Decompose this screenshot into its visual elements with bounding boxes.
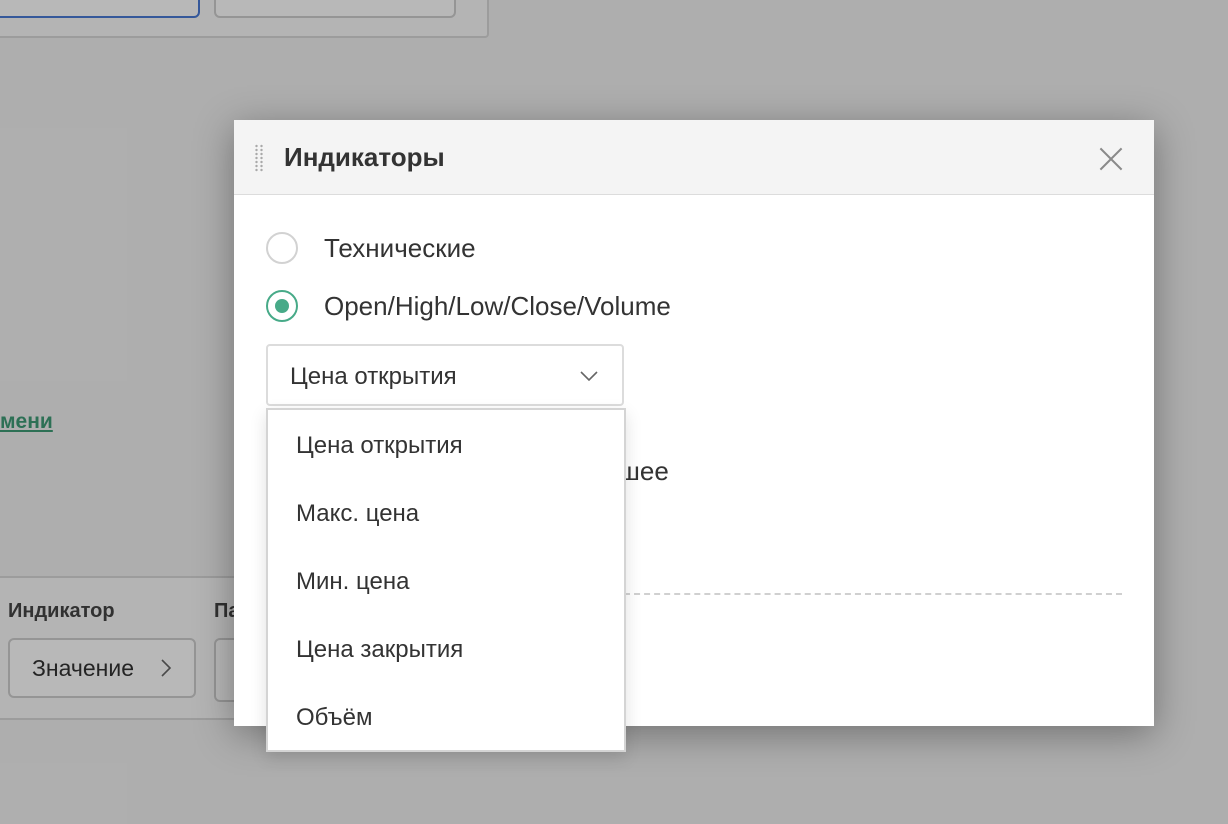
dropdown-option-close-price[interactable]: Цена закрытия (296, 636, 463, 664)
drag-handle-icon[interactable] (254, 144, 264, 172)
dashed-divider (624, 593, 1122, 595)
chevron-down-icon (580, 371, 598, 382)
price-type-dropdown: Цена открытия Макс. цена Мин. цена Цена … (266, 408, 626, 752)
dropdown-option-min-price[interactable]: Мин. цена (296, 568, 409, 596)
radio-circle-checked[interactable] (266, 290, 298, 322)
dropdown-option-open-price[interactable]: Цена открытия (296, 432, 463, 460)
radio-technical[interactable]: Технические (266, 230, 476, 266)
radio-circle[interactable] (266, 232, 298, 264)
close-icon[interactable] (1098, 146, 1124, 172)
modal-header: Индикаторы (234, 120, 1154, 195)
price-type-select[interactable]: Цена открытия (266, 344, 624, 406)
radio-label-ohlcv: Open/High/Low/Close/Volume (324, 290, 671, 321)
select-value: Цена открытия (290, 363, 457, 390)
dropdown-option-volume[interactable]: Объём (296, 704, 372, 732)
radio-ohlcv[interactable]: Open/High/Low/Close/Volume (266, 288, 671, 324)
dropdown-option-max-price[interactable]: Макс. цена (296, 500, 419, 528)
modal-title: Индикаторы (284, 142, 445, 172)
radio-label-technical: Технические (324, 232, 476, 263)
partial-option-text: шее (619, 456, 669, 486)
